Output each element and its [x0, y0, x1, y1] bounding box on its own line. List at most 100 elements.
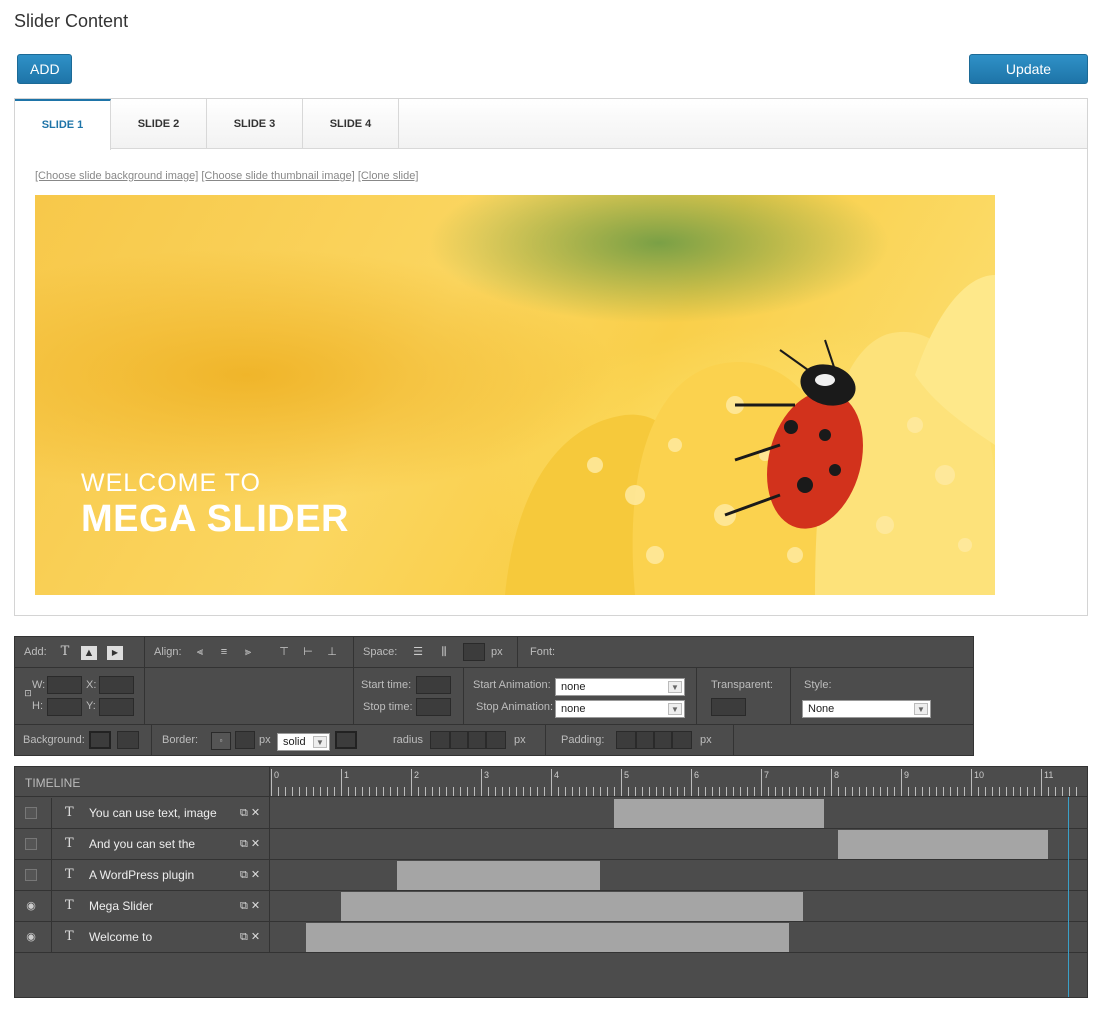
add-text-icon[interactable]: T [57, 645, 73, 659]
x-input[interactable] [99, 676, 134, 694]
delete-icon[interactable]: ✕ [248, 869, 260, 881]
layer-name[interactable]: A WordPress plugin [89, 868, 194, 882]
timeline-layer-row[interactable]: T And you can set the ⧉ ✕ [15, 829, 1087, 860]
choose-thumbnail-link[interactable]: [Choose slide thumbnail image] [201, 170, 354, 182]
background-color-swatch[interactable] [89, 731, 111, 749]
text-layer-icon: T [65, 805, 74, 820]
duplicate-icon[interactable]: ⧉ [240, 900, 248, 912]
timeline-layer-bar[interactable] [397, 861, 600, 890]
stop-time-input[interactable] [416, 698, 451, 716]
tab-slide-1[interactable]: SLIDE 1 [15, 99, 111, 150]
update-settings-button[interactable]: Update Settings [969, 54, 1088, 105]
layer-name[interactable]: Welcome to [89, 930, 152, 944]
delete-icon[interactable]: ✕ [248, 931, 260, 943]
radius-input-1[interactable] [430, 731, 450, 749]
duplicate-icon[interactable]: ⧉ [240, 869, 248, 881]
chevron-down-icon: ▼ [668, 681, 682, 693]
ruler-label: 5 [624, 770, 629, 780]
font-label: Font: [530, 646, 556, 658]
space-vertical-icon[interactable]: ☰ [410, 645, 426, 659]
choose-background-link[interactable]: [Choose slide background image] [35, 170, 198, 182]
text-layer-icon: T [65, 929, 74, 944]
duplicate-icon[interactable]: ⧉ [240, 807, 248, 819]
timeline-layer-bar[interactable] [306, 923, 789, 952]
delete-icon[interactable]: ✕ [248, 900, 260, 912]
slide-stage[interactable]: WELCOME TO MEGA SLIDER [35, 195, 995, 595]
visibility-checkbox[interactable] [25, 869, 37, 881]
space-input[interactable] [463, 643, 485, 661]
layer-actions: ⧉ ✕ [240, 837, 260, 851]
align-bottom-icon[interactable]: ⊥ [324, 645, 340, 659]
duplicate-icon[interactable]: ⧉ [240, 931, 248, 943]
clone-slide-link[interactable]: [Clone slide] [358, 170, 419, 182]
ruler-label: 2 [414, 770, 419, 780]
timeline-ruler[interactable]: 0 1 2 3 4 5 6 7 8 9 10 11 [271, 767, 1085, 797]
slide-title-text[interactable]: MEGA SLIDER [81, 498, 349, 541]
style-label: Style: [804, 679, 832, 691]
padding-input-2[interactable] [636, 731, 654, 749]
radius-input-3[interactable] [468, 731, 486, 749]
timeline-playhead[interactable] [1068, 797, 1069, 997]
timeline-layer-row[interactable]: T You can use text, image ⧉ ✕ [15, 798, 1087, 829]
transparent-input[interactable] [711, 698, 746, 716]
add-image-icon[interactable]: ▲ [81, 646, 97, 660]
start-animation-select[interactable]: none ▼ [555, 678, 685, 696]
radius-input-4[interactable] [486, 731, 506, 749]
eye-icon[interactable]: ◉ [24, 900, 38, 912]
align-middle-icon[interactable]: ⊢ [300, 645, 316, 659]
timeline-layer-bar[interactable] [838, 830, 1048, 859]
align-right-icon[interactable]: ⫸ [240, 645, 256, 659]
background-input[interactable] [117, 731, 139, 749]
visibility-checkbox[interactable] [25, 838, 37, 850]
stop-time-label: Stop time: [363, 701, 413, 713]
start-animation-value: none [561, 681, 586, 693]
width-input[interactable] [47, 676, 82, 694]
style-value: None [808, 703, 835, 715]
align-top-icon[interactable]: ⊤ [276, 645, 292, 659]
tab-slide-4[interactable]: SLIDE 4 [303, 99, 399, 149]
border-width-input[interactable] [235, 731, 255, 749]
padding-input-4[interactable] [672, 731, 692, 749]
layer-name[interactable]: Mega Slider [89, 899, 153, 913]
add-video-icon[interactable]: ▶ [107, 646, 123, 660]
layer-name[interactable]: You can use text, image [89, 806, 217, 820]
slide-tabs: SLIDE 1 SLIDE 2 SLIDE 3 SLIDE 4 [15, 99, 1087, 150]
padding-input-3[interactable] [654, 731, 672, 749]
timeline-layer-row[interactable]: ◉ T Mega Slider ⧉ ✕ [15, 891, 1087, 922]
tab-slide-2[interactable]: SLIDE 2 [111, 99, 207, 149]
delete-icon[interactable]: ✕ [248, 838, 260, 850]
slides-panel: SLIDE 1 SLIDE 2 SLIDE 3 SLIDE 4 [Choose … [14, 98, 1088, 616]
border-icon[interactable]: ▫ [211, 732, 231, 750]
layer-name[interactable]: And you can set the [89, 837, 195, 851]
add-button[interactable]: ADD [17, 54, 72, 84]
chevron-down-icon: ▼ [313, 736, 327, 748]
border-color-swatch[interactable] [335, 731, 357, 749]
delete-icon[interactable]: ✕ [248, 807, 260, 819]
timeline-layer-bar[interactable] [614, 799, 824, 828]
timeline-layer-row[interactable]: ◉ T Welcome to ⧉ ✕ [15, 922, 1087, 953]
tab-slide-3[interactable]: SLIDE 3 [207, 99, 303, 149]
space-px-label: px [491, 646, 503, 658]
width-label: W: [32, 679, 46, 691]
align-left-icon[interactable]: ⫷ [192, 645, 208, 659]
style-select[interactable]: None ▼ [802, 700, 931, 718]
space-horizontal-icon[interactable]: ⫼ [436, 645, 452, 659]
ruler-label: 1 [344, 770, 349, 780]
eye-icon[interactable]: ◉ [24, 931, 38, 943]
border-style-select[interactable]: solid ▼ [277, 733, 330, 751]
stop-animation-select[interactable]: none ▼ [555, 700, 685, 718]
visibility-checkbox[interactable] [25, 807, 37, 819]
start-time-input[interactable] [416, 676, 451, 694]
align-center-icon[interactable]: ≡ [216, 645, 232, 659]
radius-input-2[interactable] [450, 731, 468, 749]
height-input[interactable] [47, 698, 82, 716]
padding-input-1[interactable] [616, 731, 636, 749]
layer-actions: ⧉ ✕ [240, 868, 260, 882]
timeline-layer-row[interactable]: T A WordPress plugin ⧉ ✕ [15, 860, 1087, 891]
background-label: Background: [23, 734, 85, 746]
y-input[interactable] [99, 698, 134, 716]
slide-welcome-text[interactable]: WELCOME TO [81, 469, 261, 498]
chevron-down-icon: ▼ [668, 703, 682, 715]
duplicate-icon[interactable]: ⧉ [240, 838, 248, 850]
timeline-layer-bar[interactable] [341, 892, 803, 921]
